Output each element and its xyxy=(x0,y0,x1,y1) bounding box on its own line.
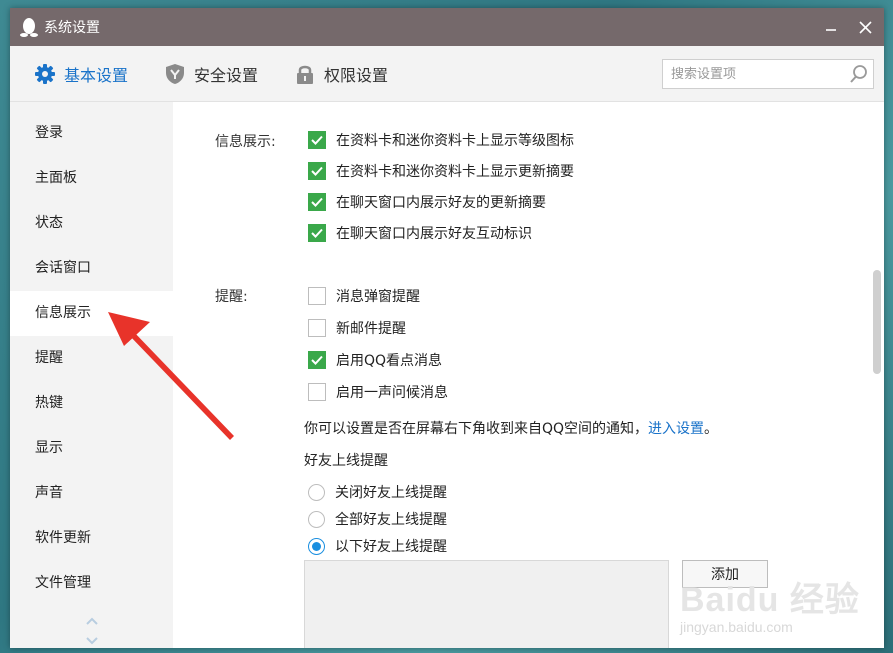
checkbox[interactable] xyxy=(308,351,326,369)
watermark-brand: Baidu 经验 xyxy=(680,581,860,619)
sidebar-item-status[interactable]: 状态 xyxy=(10,201,173,246)
search-box xyxy=(662,59,874,89)
sidebar-item-software-update[interactable]: 软件更新 xyxy=(10,516,173,561)
checkbox-greeting-message[interactable]: 启用一声问候消息 xyxy=(308,382,448,402)
checkbox-chat-interaction-mark[interactable]: 在聊天窗口内展示好友互动标识 xyxy=(308,223,532,243)
checkbox-label: 在聊天窗口内展示好友互动标识 xyxy=(336,226,532,242)
search-input[interactable] xyxy=(663,60,845,88)
vertical-scrollbar[interactable] xyxy=(873,270,881,374)
tab-label: 基本设置 xyxy=(64,65,129,85)
checkbox[interactable] xyxy=(308,287,326,305)
checkbox-label: 新邮件提醒 xyxy=(336,321,406,337)
checkbox[interactable] xyxy=(308,162,326,180)
checkbox-label: 在聊天窗口内展示好友的更新摘要 xyxy=(336,195,546,211)
checkbox-qq-kandian[interactable]: 启用QQ看点消息 xyxy=(308,350,442,370)
sidebar-item-login[interactable]: 登录 xyxy=(10,111,173,156)
chevron-up-down-icon xyxy=(86,617,98,645)
settings-content: 信息展示: 在资料卡和迷你资料卡上显示等级图标 在资料卡和迷你资料卡上显示更新摘… xyxy=(173,102,884,648)
tab-label: 权限设置 xyxy=(324,65,389,85)
baidu-watermark: Baidu 经验 jingyan.baidu.com xyxy=(680,572,860,635)
radio-label: 关闭好友上线提醒 xyxy=(335,485,447,501)
checkbox-label: 启用一声问候消息 xyxy=(336,385,448,401)
checkbox-label: 启用QQ看点消息 xyxy=(336,353,443,369)
radio-disable-friend-online[interactable]: 关闭好友上线提醒 xyxy=(308,482,447,502)
sidebar-item-info-display[interactable]: 信息展示 xyxy=(10,291,173,336)
checkmark-icon xyxy=(311,166,323,176)
sidebar-item-hotkeys[interactable]: 热键 xyxy=(10,381,173,426)
radio-label: 全部好友上线提醒 xyxy=(335,512,447,528)
checkbox-show-level-icon[interactable]: 在资料卡和迷你资料卡上显示等级图标 xyxy=(308,130,574,150)
qq-penguin-icon xyxy=(20,17,38,37)
settings-sidebar: 登录 主面板 状态 会话窗口 信息展示 提醒 热键 显示 声音 软件更新 文件管… xyxy=(10,102,173,648)
qzone-notice: 你可以设置是否在屏幕右下角收到来自QQ空间的通知，进入设置。 xyxy=(304,418,718,438)
notice-text: 你可以设置是否在屏幕右下角收到来自QQ空间的通知， xyxy=(304,421,649,437)
checkbox-label: 在资料卡和迷你资料卡上显示等级图标 xyxy=(336,133,574,149)
tab-basic-settings[interactable]: 基本设置 xyxy=(34,62,128,86)
sidebar-item-display[interactable]: 显示 xyxy=(10,426,173,471)
checkbox-new-mail[interactable]: 新邮件提醒 xyxy=(308,318,406,338)
sidebar-item-sound[interactable]: 声音 xyxy=(10,471,173,516)
friend-online-heading: 好友上线提醒 xyxy=(304,453,388,469)
minimize-button[interactable] xyxy=(814,8,848,46)
radio-button[interactable] xyxy=(308,510,325,528)
sidebar-item-chat-window[interactable]: 会话窗口 xyxy=(10,246,173,291)
search-icon[interactable] xyxy=(845,60,873,88)
enter-settings-link[interactable]: 进入设置 xyxy=(648,421,704,437)
sidebar-item-main-panel[interactable]: 主面板 xyxy=(10,156,173,201)
checkbox-message-popup[interactable]: 消息弹窗提醒 xyxy=(308,286,420,306)
friend-list-box[interactable] xyxy=(304,560,669,648)
minimize-icon xyxy=(826,29,836,31)
radio-all-friends-online[interactable]: 全部好友上线提醒 xyxy=(308,509,447,529)
checkmark-icon xyxy=(311,197,323,207)
checkbox[interactable] xyxy=(308,224,326,242)
checkbox[interactable] xyxy=(308,383,326,401)
checkmark-icon xyxy=(311,228,323,238)
info-display-label: 信息展示: xyxy=(215,134,276,150)
close-icon xyxy=(858,20,872,34)
checkbox[interactable] xyxy=(308,319,326,337)
tab-security-settings[interactable]: 安全设置 xyxy=(164,62,258,86)
checkbox[interactable] xyxy=(308,131,326,149)
gear-icon xyxy=(34,63,56,85)
window-title: 系统设置 xyxy=(44,20,100,36)
checkbox[interactable] xyxy=(308,193,326,211)
tab-label: 安全设置 xyxy=(194,65,259,85)
radio-selected-friends-online[interactable]: 以下好友上线提醒 xyxy=(308,536,447,556)
checkmark-icon xyxy=(311,355,323,365)
notice-end: 。 xyxy=(704,421,719,437)
sidebar-item-file-management[interactable]: 文件管理 xyxy=(10,561,173,606)
lock-icon xyxy=(294,63,316,85)
settings-window: 系统设置 基本设置 安全设置 权限设置 搜索设置项 登录 主面板 状态 会话窗口… xyxy=(10,8,884,648)
radio-button[interactable] xyxy=(308,537,325,555)
tab-permission-settings[interactable]: 权限设置 xyxy=(294,62,388,86)
reminder-label: 提醒: xyxy=(215,289,248,305)
close-button[interactable] xyxy=(848,8,882,46)
shield-icon xyxy=(164,63,186,85)
checkmark-icon xyxy=(311,135,323,145)
settings-toolbar: 基本设置 安全设置 权限设置 xyxy=(10,46,884,102)
checkbox-show-update-summary[interactable]: 在资料卡和迷你资料卡上显示更新摘要 xyxy=(308,161,574,181)
sidebar-item-reminder[interactable]: 提醒 xyxy=(10,336,173,381)
checkbox-label: 在资料卡和迷你资料卡上显示更新摘要 xyxy=(336,164,574,180)
title-bar[interactable]: 系统设置 xyxy=(10,8,884,46)
radio-button[interactable] xyxy=(308,483,325,501)
checkbox-chat-update-summary[interactable]: 在聊天窗口内展示好友的更新摘要 xyxy=(308,192,546,212)
checkbox-label: 消息弹窗提醒 xyxy=(336,289,420,305)
watermark-url: jingyan.baidu.com xyxy=(680,619,793,635)
sidebar-scroll-arrows[interactable] xyxy=(84,616,100,648)
radio-label: 以下好友上线提醒 xyxy=(335,539,447,555)
